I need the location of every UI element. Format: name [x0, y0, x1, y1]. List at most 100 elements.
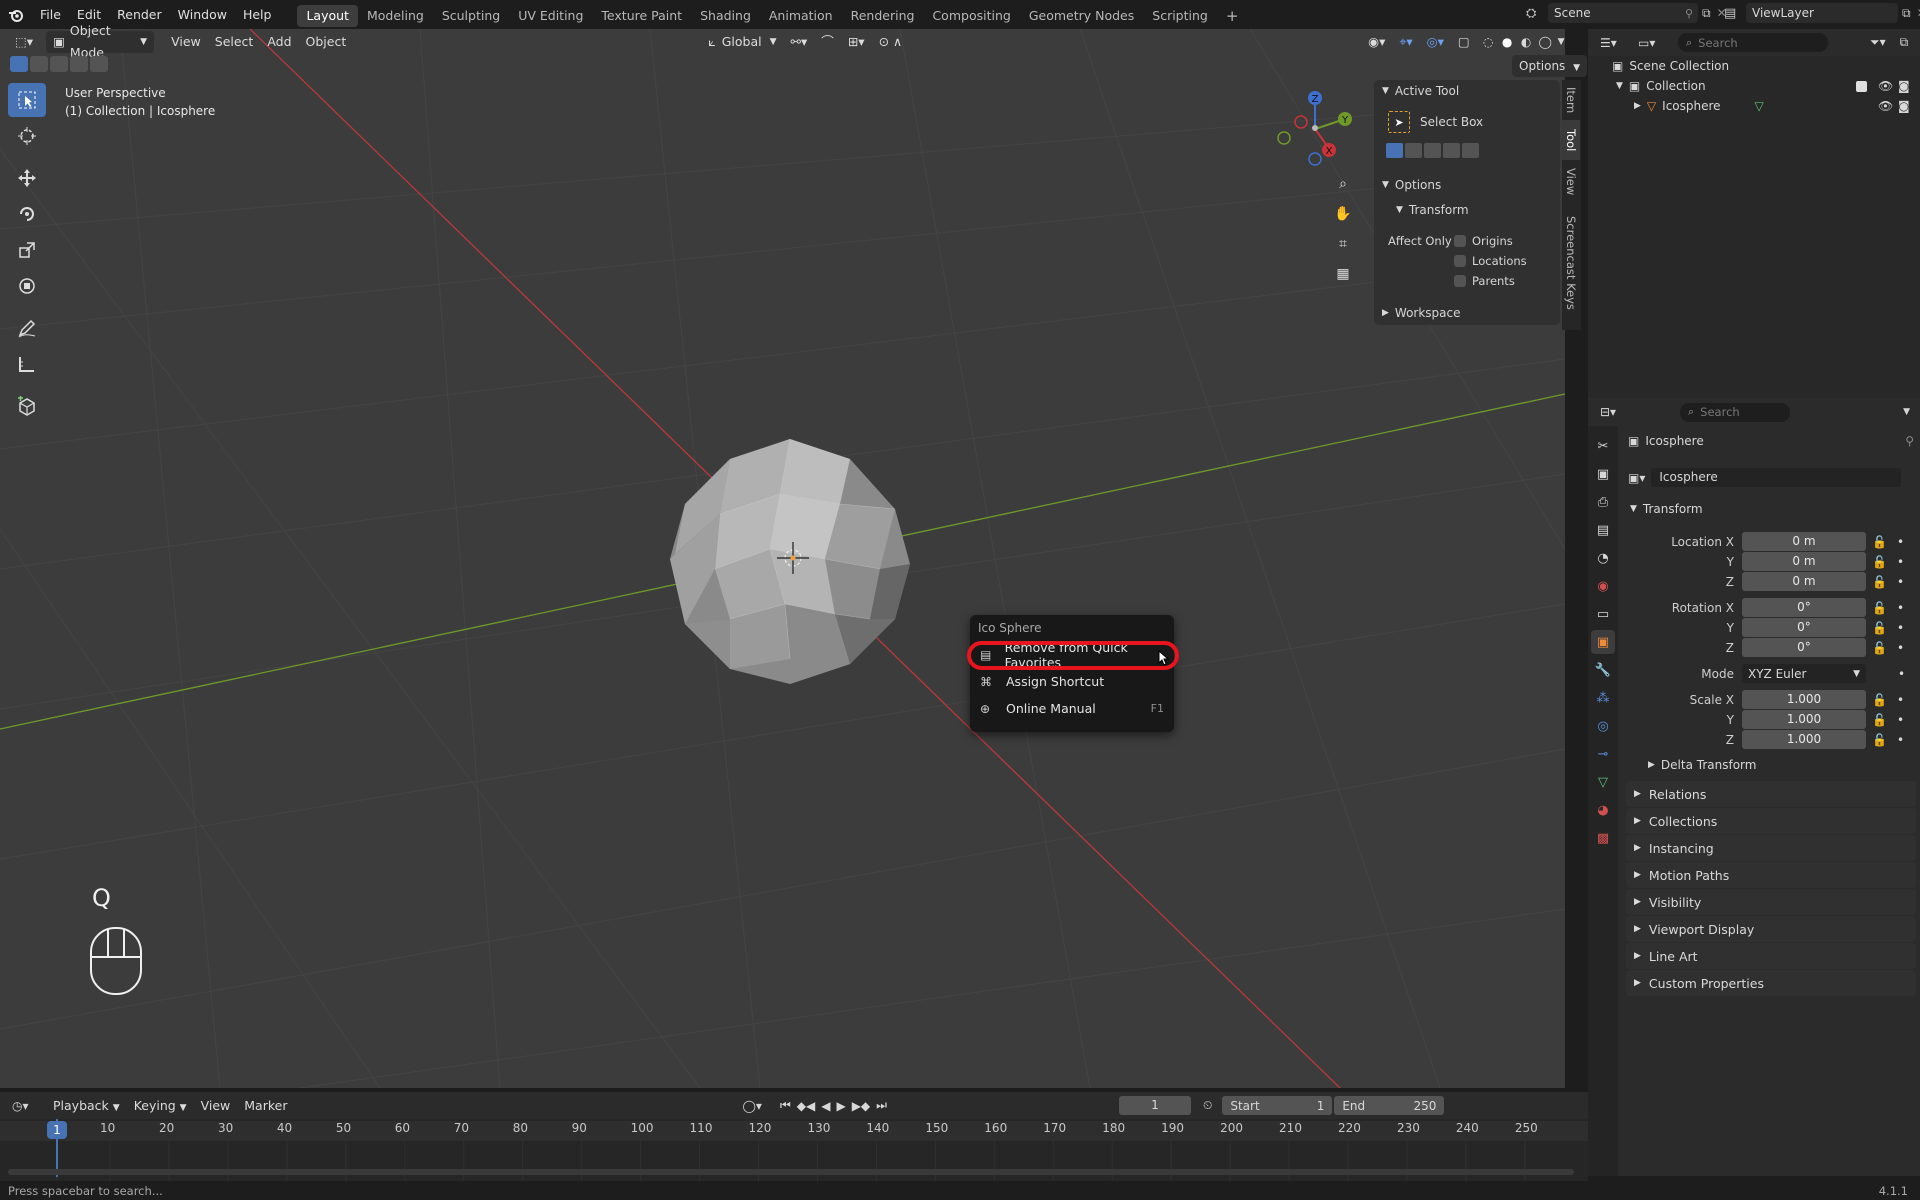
add-cube-tool-icon[interactable] [8, 389, 46, 423]
active-tool-row[interactable]: ➤ Select Box [1388, 111, 1483, 133]
viewport-menu-object[interactable]: Object [299, 31, 354, 53]
3d-viewport[interactable]: User Perspective (1) Collection | Icosph… [0, 29, 1565, 1088]
current-frame-field[interactable]: 1 [1118, 1096, 1191, 1115]
cursor-tool-icon[interactable] [8, 119, 46, 153]
object-name-field[interactable]: Icosphere [1651, 468, 1902, 487]
select-invert-icon[interactable] [70, 56, 88, 72]
remove-from-quick-favorites-item[interactable]: ▤ Remove from Quick Favorites [967, 640, 1179, 670]
jump-keyframe-forward-icon[interactable]: ▶◆ [852, 1099, 870, 1113]
keyframe-dot-icon[interactable]: • [1897, 693, 1904, 707]
section-collections[interactable]: ▶ Collections [1626, 808, 1916, 834]
lock-icon[interactable]: 🔓 [1872, 713, 1887, 727]
keyframe-dot-icon[interactable]: • [1897, 535, 1904, 549]
solid-shading-icon[interactable]: ● [1498, 35, 1517, 49]
locations-checkbox[interactable]: Locations [1454, 254, 1527, 268]
outliner-row-scene-collection[interactable]: ▣ Scene Collection [1588, 56, 1920, 76]
keyframe-dot-icon[interactable]: • [1897, 713, 1904, 727]
rotation-y-field[interactable]: 0° [1742, 618, 1866, 637]
proportional-edit-icon[interactable]: ⊙ ∧ [872, 31, 910, 53]
outliner-editor-icon[interactable]: ☰▾ [1600, 36, 1630, 50]
view-layer-properties-icon[interactable]: ▤ [1591, 518, 1615, 542]
lock-icon[interactable]: 🔓 [1872, 575, 1887, 589]
move-tool-icon[interactable] [8, 161, 46, 195]
preview-range-icon[interactable]: ⏲ [1203, 1098, 1212, 1113]
snap-target-icon[interactable]: ⊞▾ [841, 31, 872, 53]
pin-icon[interactable]: ⚲ [1685, 7, 1693, 20]
lock-icon[interactable]: 🔓 [1872, 601, 1887, 615]
section-line-art[interactable]: ▶ Line Art [1626, 943, 1916, 969]
end-frame-field[interactable]: End 250 [1334, 1096, 1445, 1115]
pin-icon[interactable]: ⚲ [1905, 434, 1914, 448]
timeline-menu-keying[interactable]: Keying ▼ [127, 1095, 194, 1117]
visibility-icon[interactable]: ◉▾ [1361, 31, 1392, 53]
transform-section-header[interactable]: ▼ Transform [1630, 502, 1703, 516]
workspace-tab-scripting[interactable]: Scripting [1143, 5, 1217, 27]
xray-icon[interactable]: ▢ [1451, 31, 1477, 53]
material-properties-icon[interactable]: ◕ [1591, 798, 1615, 822]
section-relations[interactable]: ▶ Relations [1626, 781, 1916, 807]
workspace-tab-animation[interactable]: Animation [760, 5, 842, 27]
select-subtract-icon[interactable] [50, 56, 68, 72]
collection-properties-icon[interactable]: ▭ [1591, 602, 1615, 626]
keyframe-dot-icon[interactable]: • [1898, 667, 1905, 681]
menu-file[interactable]: File [32, 0, 69, 29]
workspace-section-header[interactable]: ▶ Workspace [1382, 306, 1461, 320]
camera-icon[interactable]: ◙ [1898, 99, 1910, 113]
workspace-tab-shading[interactable]: Shading [691, 5, 760, 27]
assign-shortcut-item[interactable]: ⌘ Assign Shortcut [970, 668, 1174, 695]
select-box-tool-icon[interactable] [8, 83, 46, 117]
editor-type-icon[interactable]: ⬚▾ [8, 31, 40, 53]
outliner-row-collection[interactable]: ▼ ▣ Collection 👁 ◙ [1588, 76, 1920, 96]
transform-tool-icon[interactable] [8, 269, 46, 303]
start-frame-field[interactable]: Start 1 [1222, 1096, 1333, 1115]
data-properties-icon[interactable]: ▽ [1591, 770, 1615, 794]
rendered-shading-icon[interactable]: ◯ [1536, 35, 1555, 49]
lock-icon[interactable]: 🔓 [1872, 733, 1887, 747]
workspace-tab-layout[interactable]: Layout [297, 5, 358, 27]
navigation-gizmo[interactable]: Z Y X [1270, 89, 1360, 169]
timeline-menu-marker[interactable]: Marker [237, 1095, 294, 1117]
outliner-search-field[interactable]: ⌕ Search [1678, 33, 1828, 52]
lock-icon[interactable]: 🔓 [1872, 693, 1887, 707]
section-visibility[interactable]: ▶ Visibility [1626, 889, 1916, 915]
orientation-dropdown[interactable]: ⟀ Global ▼ [701, 31, 783, 53]
workspace-tab-rendering[interactable]: Rendering [842, 5, 924, 27]
view-layer-selector[interactable]: ▤ ViewLayer ⧉ ✕ [1724, 3, 1920, 23]
modifier-properties-icon[interactable]: 🔧 [1591, 658, 1615, 682]
render-properties-icon[interactable]: ▣ [1591, 462, 1615, 486]
options-section-header[interactable]: ▼ Options [1382, 178, 1441, 192]
ortho-grid-icon[interactable]: ▦ [1330, 261, 1356, 287]
sidebar-tab-item[interactable]: Item [1562, 80, 1580, 120]
workspace-tab-uv-editing[interactable]: UV Editing [509, 5, 592, 27]
workspace-tab-modeling[interactable]: Modeling [358, 5, 433, 27]
properties-search-field[interactable]: ⌕ Search [1680, 402, 1790, 422]
new-view-layer-icon[interactable]: ⧉ [1902, 6, 1911, 21]
menu-window[interactable]: Window [170, 0, 235, 29]
new-scene-icon[interactable]: ⧉ [1702, 6, 1711, 21]
timeline-menu-view[interactable]: View [194, 1095, 238, 1117]
select-intersect-icon[interactable] [90, 56, 108, 72]
scene-properties-icon[interactable]: ◔ [1591, 546, 1615, 570]
keyframe-dot-icon[interactable]: • [1897, 575, 1904, 589]
zoom-icon[interactable]: ⌕ [1330, 171, 1356, 197]
scale-tool-icon[interactable] [8, 233, 46, 267]
rotate-tool-icon[interactable] [8, 197, 46, 231]
overlay-toggle-icon[interactable]: ◎▾ [1420, 31, 1451, 53]
output-properties-icon[interactable]: ⎙ [1591, 490, 1615, 514]
blender-logo-icon[interactable] [0, 0, 32, 29]
location-x-field[interactable]: 0 m [1742, 532, 1866, 551]
rotation-z-field[interactable]: 0° [1742, 638, 1866, 657]
section-instancing[interactable]: ▶ Instancing [1626, 835, 1916, 861]
new-collection-icon[interactable]: ⧉ [1900, 35, 1909, 50]
object-properties-icon[interactable]: ▣ [1591, 630, 1615, 654]
outliner-row-icosphere[interactable]: ▶ ▽ Icosphere ▽ 👁 ◙ [1588, 96, 1920, 116]
viewport-menu-view[interactable]: View [164, 31, 208, 53]
timeline-scrollbar[interactable] [8, 1169, 1574, 1175]
mesh-data-icon[interactable]: ▽ [1755, 99, 1764, 113]
select-extend-icon[interactable] [30, 56, 48, 72]
mode-dropdown[interactable]: ▣ Object Mode ▼ [46, 23, 155, 60]
chevron-down-icon[interactable]: ▼ [1903, 407, 1910, 417]
rotation-mode-dropdown[interactable]: XYZ Euler ▼ [1742, 664, 1866, 683]
online-manual-item[interactable]: ⊕ Online Manual F1 [970, 695, 1174, 722]
parents-checkbox[interactable]: Parents [1454, 274, 1515, 288]
